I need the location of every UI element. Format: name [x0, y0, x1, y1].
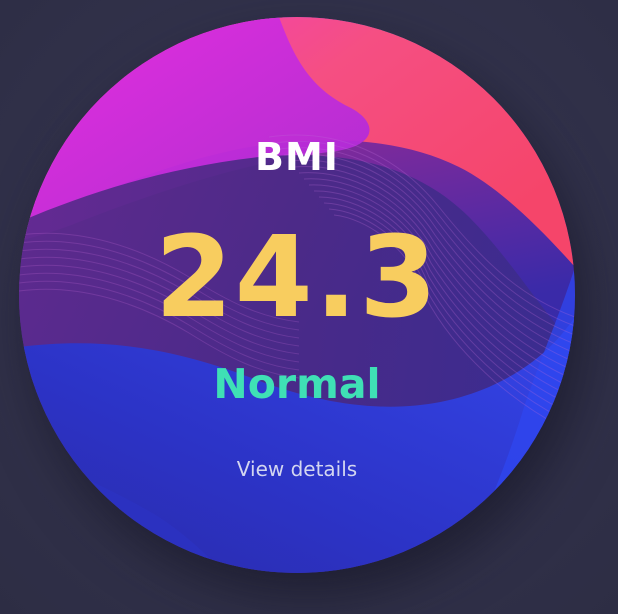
bmi-dial: BMI 24.3 Normal View details	[19, 17, 575, 573]
bmi-status: Normal	[213, 360, 381, 408]
screen: BMI 24.3 Normal View details	[0, 0, 618, 614]
bmi-value: 24.3	[154, 213, 440, 343]
bmi-content: BMI 24.3 Normal View details	[19, 17, 575, 573]
view-details-link[interactable]: View details	[197, 457, 397, 481]
bmi-title: BMI	[255, 135, 339, 179]
